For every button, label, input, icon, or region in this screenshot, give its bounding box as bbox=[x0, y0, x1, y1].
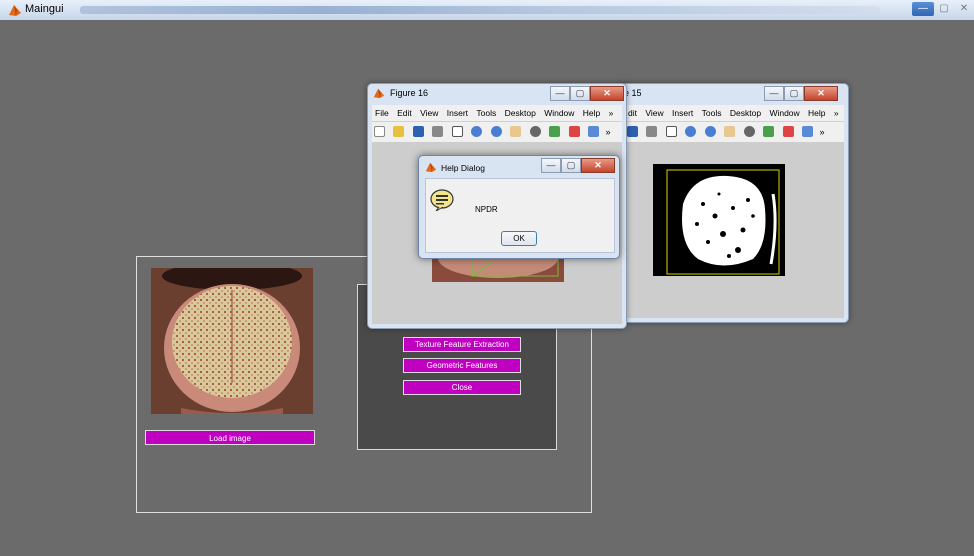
binary-tongue-image bbox=[653, 164, 785, 276]
close-button[interactable]: Close bbox=[403, 380, 521, 395]
menu-desktop[interactable]: Desktop bbox=[730, 105, 761, 121]
zoom-in-icon[interactable] bbox=[471, 126, 483, 137]
figure-16-menubar: File Edit View Insert Tools Desktop Wind… bbox=[372, 105, 622, 121]
print-icon[interactable] bbox=[432, 126, 444, 137]
menu-file[interactable]: File bbox=[375, 105, 389, 121]
data-cursor-icon[interactable] bbox=[763, 126, 775, 137]
blurred-title-text bbox=[80, 6, 880, 14]
load-image-button[interactable]: Load image bbox=[145, 430, 315, 445]
help-dialog-window-controls: — ▢ ✕ bbox=[541, 158, 615, 176]
toolbar-overflow[interactable]: » bbox=[605, 127, 610, 137]
open-folder-icon[interactable] bbox=[393, 126, 405, 137]
figure-16-window-controls: — ▢ ✕ bbox=[550, 86, 624, 104]
help-dialog: Help Dialog — ▢ ✕ NPDR OK bbox=[418, 155, 620, 259]
minimize-button[interactable]: — bbox=[541, 158, 561, 173]
minimize-button[interactable]: — bbox=[550, 86, 570, 101]
rotate-icon[interactable] bbox=[529, 126, 541, 137]
menu-insert[interactable]: Insert bbox=[672, 105, 693, 121]
menu-tools[interactable]: Tools bbox=[702, 105, 722, 121]
tongue-image bbox=[151, 268, 313, 414]
ok-button[interactable]: OK bbox=[501, 231, 537, 246]
menu-window[interactable]: Window bbox=[544, 105, 574, 121]
brush-icon[interactable] bbox=[782, 126, 794, 137]
maximize-button[interactable]: ▢ bbox=[561, 158, 581, 173]
figure-15-window: e 15 — ▢ ✕ dit View Insert Tools Desktop W… bbox=[620, 83, 849, 323]
menu-help[interactable]: Help bbox=[583, 105, 600, 121]
minimize-button[interactable]: — bbox=[764, 86, 784, 101]
figure-15-canvas bbox=[625, 142, 844, 318]
minimize-button[interactable]: — bbox=[912, 2, 934, 16]
window-title: Maingui bbox=[25, 3, 64, 15]
colorbar-icon[interactable] bbox=[587, 126, 599, 137]
menu-view[interactable]: View bbox=[420, 105, 438, 121]
close-window-button[interactable]: ✕ bbox=[956, 2, 972, 16]
brush-icon[interactable] bbox=[568, 126, 580, 137]
help-dialog-title: Help Dialog bbox=[441, 163, 485, 173]
pan-icon[interactable] bbox=[724, 126, 736, 137]
zoom-out-icon[interactable] bbox=[704, 126, 716, 137]
pan-icon[interactable] bbox=[510, 126, 522, 137]
close-window-button[interactable]: ✕ bbox=[590, 86, 624, 101]
menu-more[interactable]: » bbox=[609, 105, 614, 121]
menu-view[interactable]: View bbox=[645, 105, 663, 121]
menu-tools[interactable]: Tools bbox=[476, 105, 496, 121]
matlab-icon bbox=[373, 88, 385, 99]
figure-15-menubar: dit View Insert Tools Desktop Window Hel… bbox=[625, 105, 844, 121]
data-cursor-icon[interactable] bbox=[549, 126, 561, 137]
menu-help[interactable]: Help bbox=[808, 105, 825, 121]
menu-edit[interactable]: Edit bbox=[397, 105, 412, 121]
figure-15-toolbar: » bbox=[625, 121, 844, 142]
new-file-icon[interactable] bbox=[374, 126, 385, 137]
pointer-icon[interactable] bbox=[665, 126, 677, 137]
figure-16-toolbar: » bbox=[372, 121, 622, 142]
close-window-button[interactable]: ✕ bbox=[581, 158, 615, 173]
print-icon[interactable] bbox=[646, 126, 658, 137]
menu-more[interactable]: » bbox=[834, 105, 839, 121]
help-bubble-icon bbox=[430, 189, 454, 211]
menu-edit[interactable]: dit bbox=[628, 105, 637, 121]
maximize-button[interactable]: ▢ bbox=[784, 86, 804, 101]
menu-insert[interactable]: Insert bbox=[447, 105, 468, 121]
help-dialog-message: NPDR bbox=[475, 205, 498, 214]
zoom-in-icon[interactable] bbox=[685, 126, 697, 137]
colorbar-icon[interactable] bbox=[802, 126, 814, 137]
main-window-titlebar: Maingui — ▢ ✕ bbox=[0, 0, 974, 20]
menu-desktop[interactable]: Desktop bbox=[505, 105, 536, 121]
save-icon[interactable] bbox=[412, 126, 424, 137]
menu-window[interactable]: Window bbox=[769, 105, 799, 121]
maximize-button[interactable]: ▢ bbox=[570, 86, 590, 101]
figure-16-title: Figure 16 bbox=[390, 88, 429, 98]
matlab-icon bbox=[9, 5, 21, 16]
texture-feature-extraction-button[interactable]: Texture Feature Extraction bbox=[403, 337, 521, 352]
geometric-features-button[interactable]: Geometric Features bbox=[403, 358, 521, 373]
save-icon[interactable] bbox=[627, 126, 638, 137]
rotate-icon[interactable] bbox=[743, 126, 755, 137]
maximize-button[interactable]: ▢ bbox=[935, 2, 953, 16]
toolbar-overflow[interactable]: » bbox=[820, 127, 825, 137]
zoom-out-icon[interactable] bbox=[490, 126, 502, 137]
pointer-icon[interactable] bbox=[451, 126, 463, 137]
close-window-button[interactable]: ✕ bbox=[804, 86, 838, 101]
figure-15-window-controls: — ▢ ✕ bbox=[764, 86, 838, 104]
matlab-icon bbox=[425, 162, 437, 173]
